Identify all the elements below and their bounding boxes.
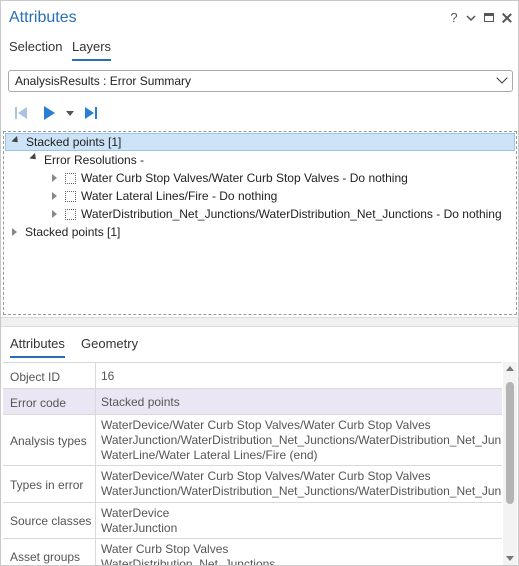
grid-value: WaterDevice/Water Curb Stop Valves/Water… bbox=[101, 469, 431, 483]
tree-root-item[interactable]: Stacked points [1] bbox=[5, 133, 515, 151]
grid-label: Error code bbox=[10, 396, 67, 410]
grid-label: Analysis types bbox=[10, 434, 87, 448]
grid-label: Object ID bbox=[10, 370, 61, 384]
scrollbar-thumb[interactable] bbox=[506, 382, 514, 504]
collapse-icon[interactable] bbox=[11, 135, 21, 146]
chevron-down-icon bbox=[496, 72, 508, 84]
grid-value: Stacked points bbox=[101, 395, 180, 409]
tree-root-label: Stacked points [1] bbox=[25, 225, 121, 239]
grid-value: WaterJunction bbox=[101, 521, 178, 535]
tab-layers[interactable]: Layers bbox=[72, 39, 112, 61]
tree-group-label: Error Resolutions - bbox=[44, 153, 145, 167]
scroll-up-icon[interactable] bbox=[506, 366, 514, 371]
grid-row-types-in-error[interactable]: Types in error WaterDevice/Water Curb St… bbox=[3, 466, 502, 503]
grid-row-analysis-types[interactable]: Analysis types WaterDevice/Water Curb St… bbox=[3, 415, 502, 466]
close-icon[interactable] bbox=[500, 10, 514, 26]
tree-item[interactable]: Water Lateral Lines/Fire - Do nothing bbox=[4, 187, 514, 205]
grid-row-source-classes[interactable]: Source classes WaterDevice WaterJunction bbox=[3, 503, 502, 539]
tree-root-label: Stacked points [1] bbox=[26, 135, 122, 149]
feature-checkbox[interactable] bbox=[65, 191, 76, 202]
scroll-down-icon[interactable] bbox=[506, 556, 514, 561]
layer-dropdown-value: AnalysisResults : Error Summary bbox=[15, 74, 192, 88]
restore-icon[interactable] bbox=[482, 10, 496, 26]
tree-item[interactable]: Water Curb Stop Valves/Water Curb Stop V… bbox=[4, 169, 514, 187]
tree-item-label: Water Lateral Lines/Fire - Do nothing bbox=[81, 189, 278, 203]
grid-label: Source classes bbox=[10, 514, 92, 528]
grid-label: Asset groups bbox=[10, 550, 81, 564]
attributes-pane: Attributes ? Selection Layers AnalysisRe… bbox=[0, 0, 519, 566]
pane-splitter[interactable] bbox=[1, 317, 518, 327]
grid-scrollbar[interactable] bbox=[503, 362, 517, 565]
tree-group-item[interactable]: Error Resolutions - bbox=[4, 151, 504, 169]
options-chevron-icon[interactable] bbox=[464, 10, 478, 26]
tab-attributes[interactable]: Attributes bbox=[10, 336, 65, 358]
tree-item-label: WaterDistribution_Net_Junctions/WaterDis… bbox=[81, 207, 502, 221]
feature-checkbox[interactable] bbox=[65, 209, 76, 220]
expand-icon[interactable] bbox=[52, 210, 57, 218]
tree-item-label: Water Curb Stop Valves/Water Curb Stop V… bbox=[81, 171, 408, 185]
grid-value: WaterLine/Water Lateral Lines/Fire (end) bbox=[101, 448, 318, 462]
grid-row-asset-groups[interactable]: Asset groups Water Curb Stop Valves Wate… bbox=[3, 539, 502, 565]
collapse-icon[interactable] bbox=[29, 152, 39, 163]
layer-dropdown[interactable]: AnalysisResults : Error Summary bbox=[8, 70, 513, 92]
previous-icon[interactable] bbox=[13, 104, 29, 122]
pane-title: Attributes bbox=[9, 9, 77, 26]
tree-item[interactable]: WaterDistribution_Net_Junctions/WaterDis… bbox=[4, 205, 514, 223]
navigation-toolbar bbox=[1, 101, 518, 125]
title-bar: Attributes ? bbox=[1, 1, 518, 35]
grid-value: 16 bbox=[101, 369, 115, 383]
expand-icon[interactable] bbox=[52, 174, 57, 182]
tab-selection[interactable]: Selection bbox=[9, 39, 62, 61]
feature-checkbox[interactable] bbox=[65, 173, 76, 184]
play-icon[interactable] bbox=[41, 104, 57, 122]
tree-root-item[interactable]: Stacked points [1] bbox=[4, 223, 514, 241]
expand-icon[interactable] bbox=[12, 228, 17, 236]
attribute-grid: Object ID 16 Error code Stacked points A… bbox=[3, 362, 502, 565]
next-icon[interactable] bbox=[83, 104, 99, 122]
grid-value: WaterDistribution_Net_Junctions bbox=[101, 557, 276, 565]
expand-icon[interactable] bbox=[52, 192, 57, 200]
grid-value: WaterDevice/Water Curb Stop Valves/Water… bbox=[101, 418, 431, 432]
error-tree: Stacked points [1] Error Resolutions - W… bbox=[3, 131, 517, 315]
grid-value: WaterJunction/WaterDistribution_Net_Junc… bbox=[101, 484, 502, 498]
grid-value: Water Curb Stop Valves bbox=[101, 542, 229, 556]
grid-row-error-code[interactable]: Error code Stacked points bbox=[3, 389, 502, 415]
tab-geometry[interactable]: Geometry bbox=[81, 336, 138, 356]
play-options-chevron-icon[interactable] bbox=[65, 104, 75, 122]
grid-label: Types in error bbox=[10, 478, 84, 492]
grid-value: WaterJunction/WaterDistribution_Net_Junc… bbox=[101, 433, 502, 447]
grid-row-object-id[interactable]: Object ID 16 bbox=[3, 363, 502, 389]
help-button[interactable]: ? bbox=[447, 10, 461, 26]
grid-value: WaterDevice bbox=[101, 506, 170, 520]
